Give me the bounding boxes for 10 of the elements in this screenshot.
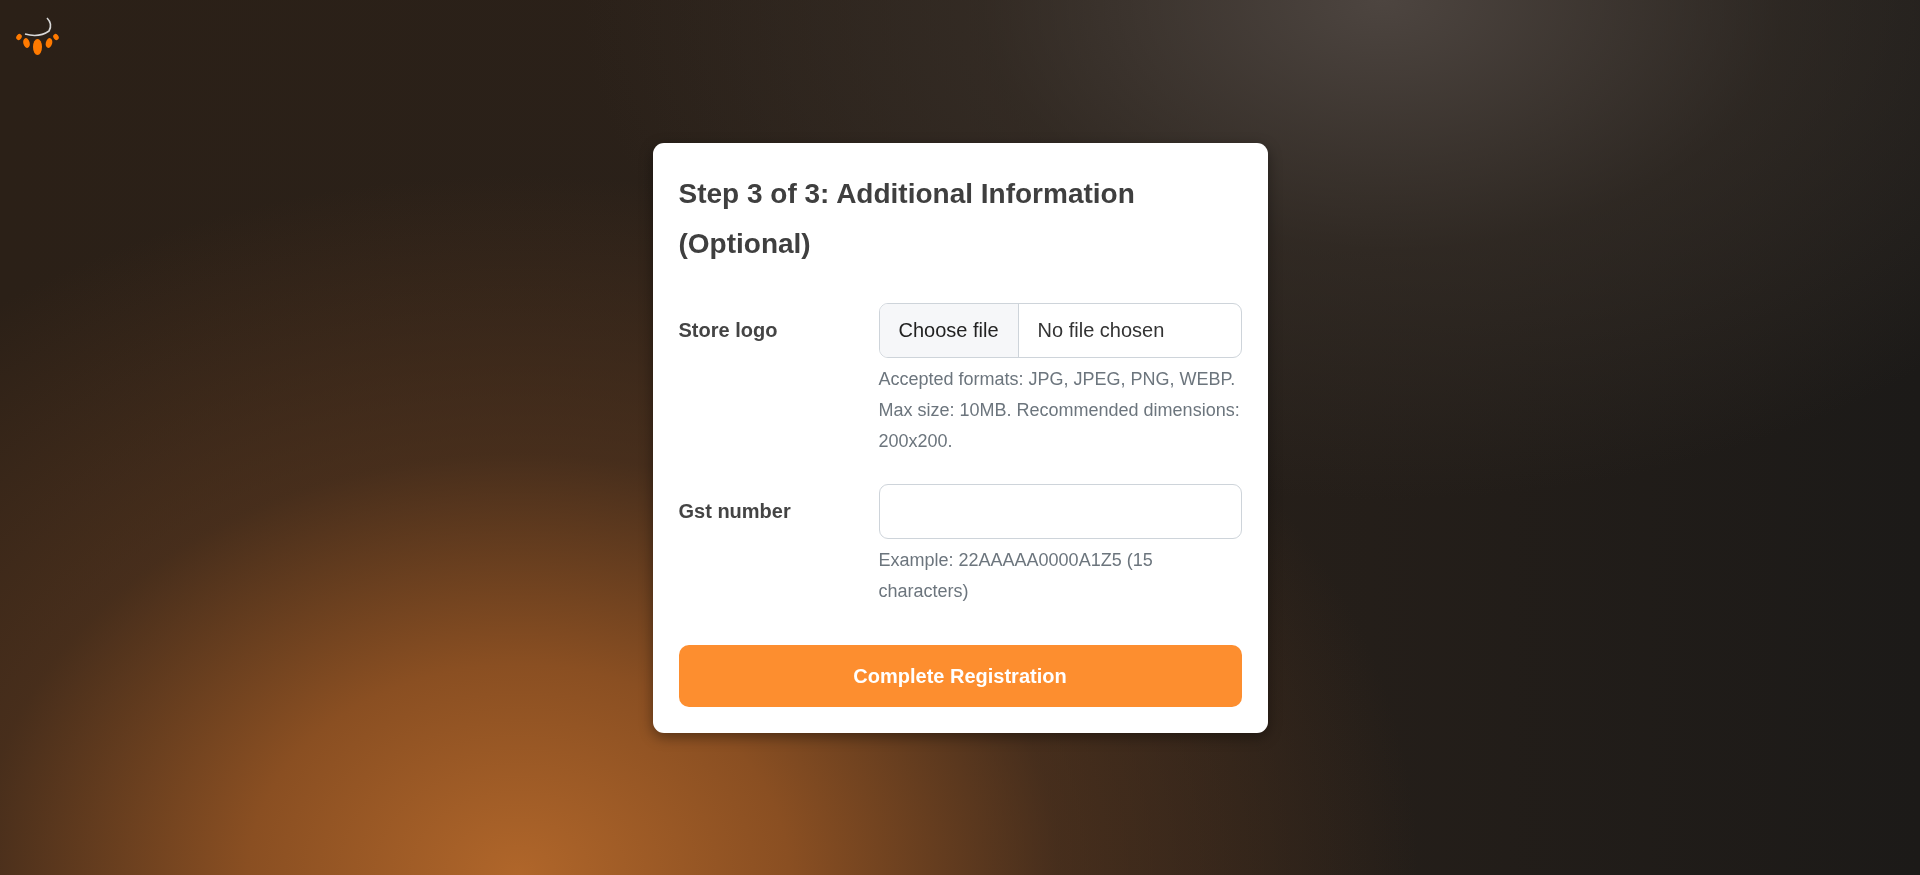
- step-title: Step 3 of 3: Additional Information (Optional): [678, 177, 1136, 261]
- file-input-field[interactable]: Choose file No file chosen: [878, 303, 1242, 358]
- help-text: Accepted formats: JPG, JPEG, PNG, WEBP. Max size: 10MB. Recommended dimensions: 200x200.: [878, 368, 1241, 453]
- necklace-logo-icon: [14, 16, 60, 56]
- choose-file-button[interactable]: Choose file: [879, 304, 1019, 357]
- help-text: Example: 22AAAAA0000A1Z5 (15 characters): [878, 549, 1154, 603]
- file-status-text: No file chosen: [1036, 318, 1166, 343]
- field-label: Store logo: [678, 318, 779, 343]
- text-input-field[interactable]: [878, 484, 1242, 539]
- field-label: Gst number: [678, 499, 792, 524]
